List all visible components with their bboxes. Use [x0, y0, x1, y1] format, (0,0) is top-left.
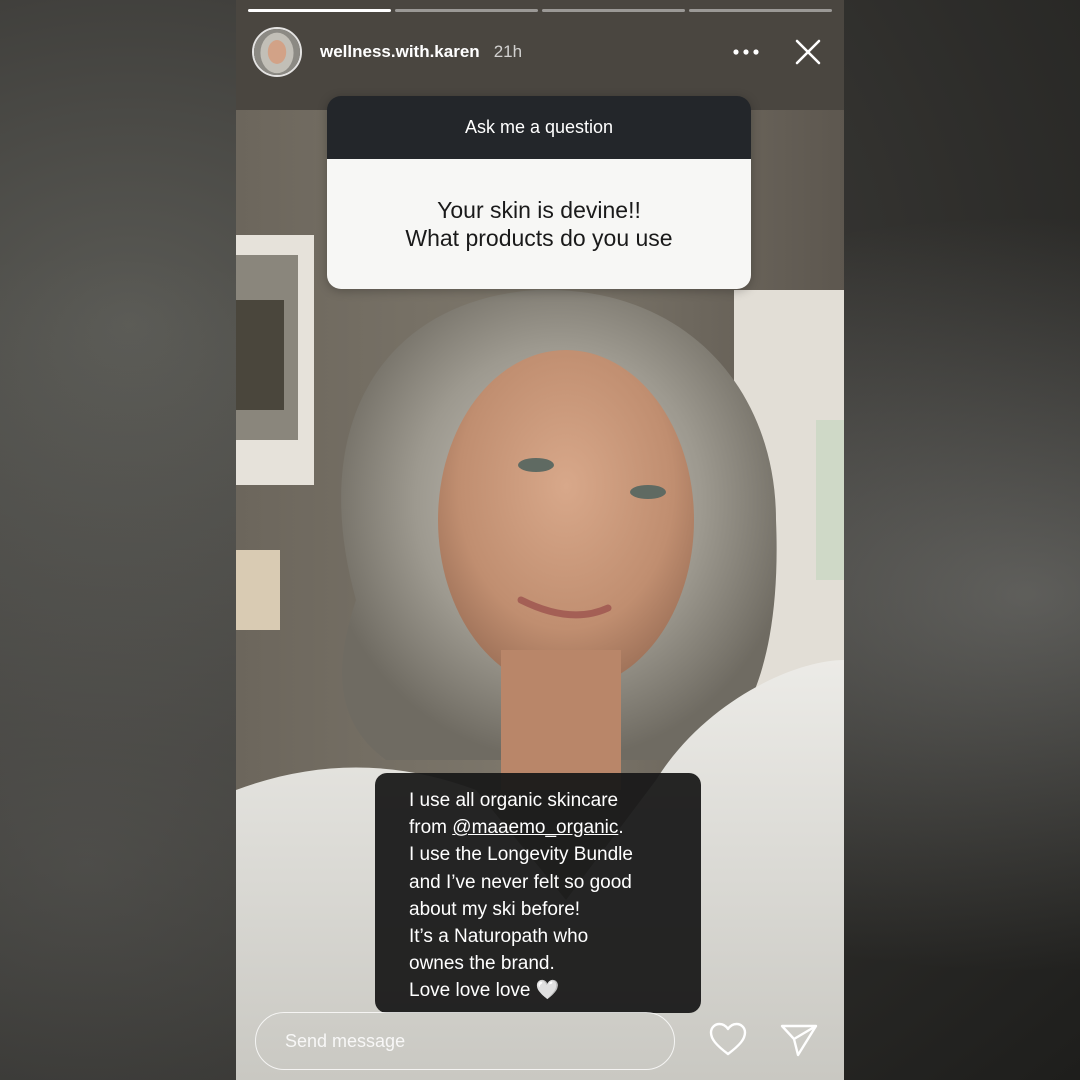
mention-link[interactable]: @maaemo_organic — [452, 817, 618, 838]
answer-line: Love love love 🤍 — [409, 977, 681, 1004]
progress-segment — [395, 9, 538, 12]
timestamp: 21h — [493, 42, 523, 61]
answer-line: ownes the brand. — [409, 953, 555, 975]
username[interactable]: wellness.with.karen — [320, 42, 480, 62]
answer-text-box: I use all organic skincare from @maaemo_… — [375, 773, 701, 1013]
answer-line: I use the Longevity Bundle — [409, 844, 633, 866]
story-progress-bar — [248, 9, 832, 12]
story-header: wellness.with.karen 21h — [252, 26, 828, 78]
question-line: What products do you use — [405, 225, 673, 251]
question-line: Your skin is devine!! — [437, 197, 641, 223]
answer-line: I use all organic skincare — [409, 790, 619, 811]
close-icon[interactable] — [788, 32, 828, 72]
progress-segment — [689, 9, 832, 12]
avatar[interactable] — [252, 27, 302, 77]
progress-segment — [248, 9, 391, 12]
message-input[interactable] — [283, 1029, 674, 1053]
answer-line: about my ski before! — [409, 898, 581, 920]
answer-line: It’s a Naturopath who — [409, 926, 589, 948]
white-heart-emoji: 🤍 — [535, 980, 560, 1002]
answer-text: Love love love — [409, 980, 531, 1002]
more-horizontal-icon[interactable] — [726, 32, 766, 72]
progress-segment — [542, 9, 685, 12]
answer-text: from — [409, 817, 453, 839]
answer-text: . — [618, 817, 624, 839]
question-sticker-title: Ask me a question — [327, 96, 751, 159]
question-sticker-body: Your skin is devine!! What products do y… — [327, 159, 751, 289]
send-icon[interactable] — [778, 1020, 820, 1060]
answer-line: from @maaemo_organic. — [409, 814, 681, 841]
question-sticker[interactable]: Ask me a question Your skin is devine!! … — [327, 96, 751, 289]
answer-line: and I’ve never felt so good — [409, 871, 632, 893]
send-message-field[interactable] — [255, 1012, 675, 1070]
story-viewer[interactable]: wellness.with.karen 21h Ask me a questio… — [236, 0, 844, 1080]
heart-icon[interactable] — [708, 1020, 748, 1060]
